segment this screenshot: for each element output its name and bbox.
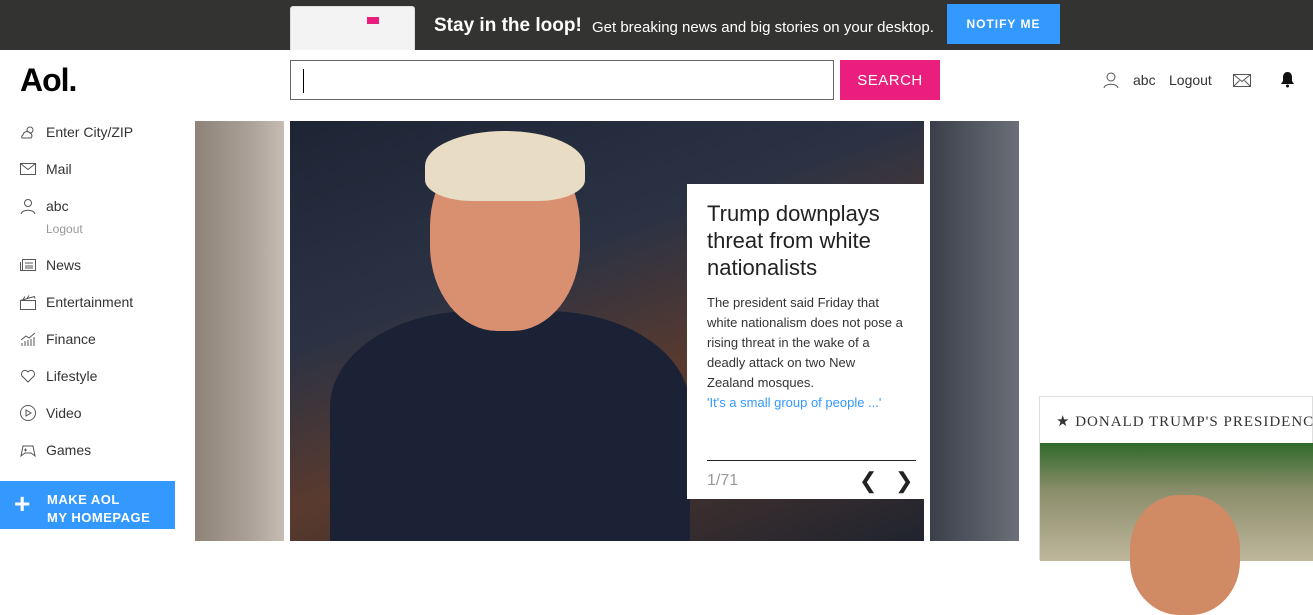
story-headline[interactable]: Trump downplays threat from white nation…	[707, 200, 904, 281]
user-icon[interactable]	[1102, 71, 1120, 89]
sidebar-logout-link[interactable]: Logout	[46, 222, 83, 236]
make-aol-homepage-button[interactable]: + MAKE AOL MY HOMEPAGE	[0, 481, 175, 529]
chart-icon	[20, 332, 36, 346]
aol-logo[interactable]: Aol.	[20, 62, 77, 99]
desktop-preview-image	[290, 6, 415, 50]
heart-icon	[20, 369, 36, 383]
story-link[interactable]: 'It's a small group of people ...'	[707, 393, 904, 413]
user-icon	[20, 199, 36, 214]
sidebar-item-user[interactable]: abc	[20, 198, 69, 214]
username[interactable]: abc	[1133, 72, 1156, 88]
sidebar-item-mail[interactable]: Mail	[20, 161, 72, 177]
notify-me-button[interactable]: NOTIFY ME	[947, 4, 1060, 44]
banner-title: Stay in the loop!	[434, 15, 582, 36]
gamepad-icon	[20, 445, 36, 458]
promo-image[interactable]	[1040, 443, 1313, 615]
bell-icon[interactable]	[1280, 71, 1295, 88]
sidebar-item-label: Entertainment	[46, 294, 134, 310]
logout-link[interactable]: Logout	[1169, 72, 1212, 88]
sidebar-item-weather[interactable]: Enter City/ZIP	[20, 124, 133, 140]
sidebar-item-label: Finance	[46, 331, 96, 347]
sidebar-item-label: Video	[46, 405, 82, 421]
divider	[707, 460, 916, 461]
make-homepage-line1: MAKE AOL	[47, 492, 120, 507]
chevron-left-icon[interactable]: ❮	[859, 468, 877, 494]
sidebar-item-label: abc	[46, 198, 69, 214]
story-summary: The president said Friday that white nat…	[707, 295, 903, 390]
sidebar-item-games[interactable]: Games	[20, 442, 91, 458]
sidebar-item-label: News	[46, 257, 82, 273]
weather-icon	[21, 126, 34, 139]
news-icon	[20, 259, 36, 271]
previous-slide-image[interactable]	[195, 121, 284, 541]
make-homepage-line2: MY HOMEPAGE	[47, 510, 151, 525]
play-icon	[20, 405, 36, 421]
story-card: Trump downplays threat from white nation…	[687, 184, 924, 499]
sidebar-item-label: Enter City/ZIP	[46, 124, 134, 140]
search-button[interactable]: SEARCH	[840, 60, 940, 100]
sidebar-item-label: Games	[46, 442, 92, 458]
notification-banner: Stay in the loop! Get breaking news and …	[0, 0, 1313, 50]
clapper-icon	[20, 295, 36, 310]
plus-icon: +	[14, 488, 31, 519]
next-slide-image[interactable]	[930, 121, 1019, 541]
sidebar-item-video[interactable]: Video	[20, 405, 82, 421]
sidebar-item-news[interactable]: News	[20, 257, 81, 273]
chevron-right-icon[interactable]: ❯	[895, 468, 913, 494]
sidebar-item-label: Lifestyle	[46, 368, 98, 384]
star-icon: ★	[1056, 414, 1076, 430]
sidebar-item-lifestyle[interactable]: Lifestyle	[20, 368, 97, 384]
promo-title: DONALD TRUMP'S PRESIDENCY	[1075, 414, 1313, 430]
sidebar-item-label: Mail	[46, 161, 72, 177]
sidebar-item-finance[interactable]: Finance	[20, 331, 96, 347]
presidency-promo[interactable]: ★ DONALD TRUMP'S PRESIDENCY	[1039, 396, 1313, 615]
mail-icon	[20, 163, 36, 175]
banner-subtitle: Get breaking news and big stories on you…	[592, 19, 934, 36]
slide-counter: 1/71	[707, 472, 739, 489]
search-input[interactable]	[290, 60, 834, 100]
mail-icon[interactable]	[1233, 74, 1251, 87]
sidebar-item-entertainment[interactable]: Entertainment	[20, 294, 133, 310]
